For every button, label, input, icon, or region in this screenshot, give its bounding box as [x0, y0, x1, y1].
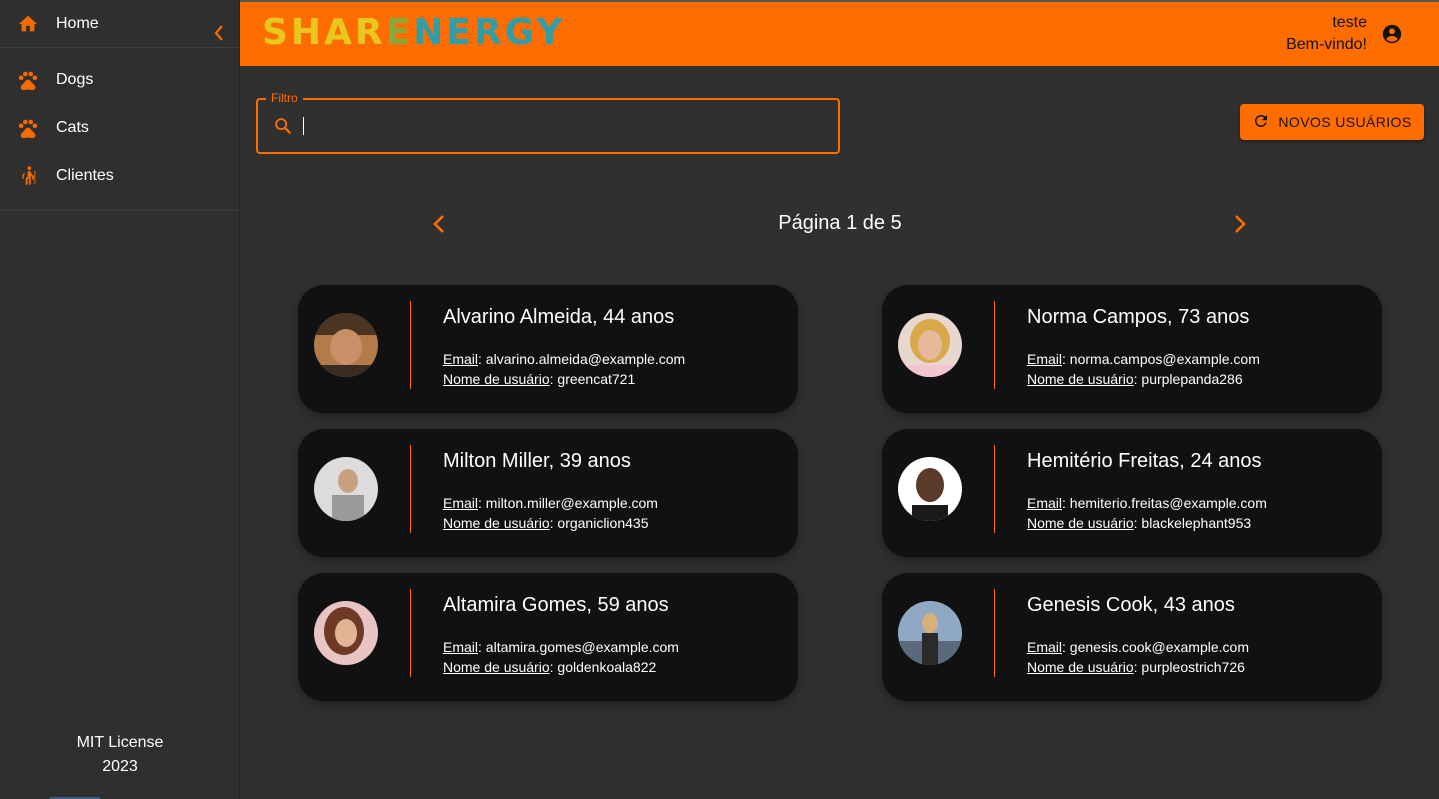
username-label: Nome de usuário — [1027, 371, 1134, 387]
card-divider — [994, 301, 995, 389]
user-email: Email: milton.miller@example.com — [443, 495, 658, 511]
refresh-icon — [1252, 112, 1270, 133]
user-name: teste — [1332, 14, 1367, 31]
username-label: Nome de usuário — [443, 515, 550, 531]
email-value: altamira.gomes@example.com — [485, 639, 679, 655]
user-card: Altamira Gomes, 59 anos Email: altamira.… — [298, 573, 798, 701]
email-value: alvarino.almeida@example.com — [485, 351, 686, 367]
next-page-button[interactable] — [1231, 212, 1249, 236]
card-divider — [410, 301, 411, 389]
page-indicator: Página 1 de 5 — [778, 212, 902, 234]
user-name: Norma Campos, 73 anos — [1027, 306, 1250, 328]
user-card: Genesis Cook, 43 anos Email: genesis.coo… — [882, 573, 1382, 701]
user-email: Email: altamira.gomes@example.com — [443, 639, 679, 655]
user-card: Milton Miller, 39 anos Email: milton.mil… — [298, 429, 798, 557]
email-label: Email — [443, 495, 479, 511]
sidebar-item-home[interactable]: Home — [0, 0, 239, 48]
chevron-left-icon[interactable] — [213, 23, 225, 43]
avatar — [898, 457, 962, 521]
user-username: Nome de usuário: greencat721 — [443, 371, 636, 387]
card-divider — [994, 445, 995, 533]
filter-label: Filtro — [266, 91, 303, 105]
email-value: norma.campos@example.com — [1069, 351, 1260, 367]
username-value: goldenkoala822 — [557, 659, 657, 675]
app-logo: SHARENERGY — [262, 12, 566, 53]
user-name: Milton Miller, 39 anos — [443, 450, 631, 472]
user-name: Alvarino Almeida, 44 anos — [443, 306, 675, 328]
paw-icon — [0, 117, 56, 139]
user-card: Alvarino Almeida, 44 anos Email: alvarin… — [298, 285, 798, 413]
card-divider — [410, 589, 411, 677]
person-cane-icon — [0, 165, 56, 187]
sidebar: Home Dogs Cats Clientes MIT License 2023 — [0, 0, 240, 799]
previous-page-button[interactable] — [430, 212, 448, 236]
search-icon — [272, 115, 294, 137]
new-users-label: NOVOS USUÁRIOS — [1278, 114, 1412, 130]
username-label: Nome de usuário — [1027, 659, 1134, 675]
username-value: greencat721 — [557, 371, 636, 387]
user-username: Nome de usuário: organiclion435 — [443, 515, 649, 531]
logo-text-part1: SHAR — [262, 12, 386, 53]
sidebar-item-label: Clientes — [56, 167, 114, 184]
username-value: purpleostrich726 — [1141, 659, 1245, 675]
sidebar-item-clientes[interactable]: Clientes — [0, 152, 239, 200]
user-email: Email: hemiterio.freitas@example.com — [1027, 495, 1267, 511]
email-label: Email — [443, 639, 479, 655]
email-value: genesis.cook@example.com — [1069, 639, 1249, 655]
sidebar-item-cats[interactable]: Cats — [0, 104, 239, 152]
avatar — [898, 601, 962, 665]
filter-input[interactable] — [302, 110, 822, 142]
sidebar-item-label: Dogs — [56, 71, 94, 88]
sidebar-item-label: Cats — [56, 119, 89, 136]
email-label: Email — [443, 351, 479, 367]
email-value: hemiterio.freitas@example.com — [1069, 495, 1267, 511]
sidebar-item-dogs[interactable]: Dogs — [0, 56, 239, 104]
user-username: Nome de usuário: purpleostrich726 — [1027, 659, 1245, 675]
card-divider — [994, 589, 995, 677]
filter-field[interactable]: Filtro — [256, 91, 840, 154]
username-value: purplepanda286 — [1141, 371, 1243, 387]
card-divider — [410, 445, 411, 533]
avatar — [898, 313, 962, 377]
username-label: Nome de usuário — [443, 659, 550, 675]
email-label: Email — [1027, 639, 1063, 655]
user-username: Nome de usuário: purplepanda286 — [1027, 371, 1243, 387]
sidebar-item-label: Home — [56, 14, 99, 32]
home-icon — [0, 13, 56, 35]
account-circle-icon[interactable] — [1381, 23, 1403, 45]
license-footer: MIT License 2023 — [0, 731, 240, 779]
logo-text-part2: E — [385, 12, 414, 53]
user-email: Email: genesis.cook@example.com — [1027, 639, 1249, 655]
email-label: Email — [1027, 351, 1063, 367]
user-name: Hemitério Freitas, 24 anos — [1027, 450, 1262, 472]
user-card: Hemitério Freitas, 24 anos Email: hemite… — [882, 429, 1382, 557]
welcome-text: Bem-vindo! — [1286, 36, 1367, 53]
license-year: 2023 — [102, 758, 138, 775]
user-greeting: teste Bem-vindo! — [1286, 12, 1367, 56]
paw-icon — [0, 69, 56, 91]
logo-text-part3: NERGY — [413, 12, 566, 53]
user-username: Nome de usuário: blackelephant953 — [1027, 515, 1252, 531]
text-cursor — [303, 117, 304, 135]
username-value: blackelephant953 — [1141, 515, 1252, 531]
username-label: Nome de usuário — [443, 371, 550, 387]
user-name: Altamira Gomes, 59 anos — [443, 594, 669, 616]
sidebar-nav-list: Dogs Cats Clientes — [0, 48, 239, 211]
username-label: Nome de usuário — [1027, 515, 1134, 531]
user-email: Email: norma.campos@example.com — [1027, 351, 1260, 367]
avatar — [314, 313, 378, 377]
user-username: Nome de usuário: goldenkoala822 — [443, 659, 657, 675]
username-value: organiclion435 — [557, 515, 649, 531]
email-value: milton.miller@example.com — [485, 495, 658, 511]
user-card: Norma Campos, 73 anos Email: norma.campo… — [882, 285, 1382, 413]
user-name: Genesis Cook, 43 anos — [1027, 594, 1235, 616]
avatar — [314, 601, 378, 665]
email-label: Email — [1027, 495, 1063, 511]
app-header: SHARENERGY teste Bem-vindo! — [240, 0, 1439, 66]
user-email: Email: alvarino.almeida@example.com — [443, 351, 686, 367]
license-text: MIT License — [76, 734, 164, 751]
new-users-button[interactable]: NOVOS USUÁRIOS — [1240, 104, 1424, 140]
avatar — [314, 457, 378, 521]
